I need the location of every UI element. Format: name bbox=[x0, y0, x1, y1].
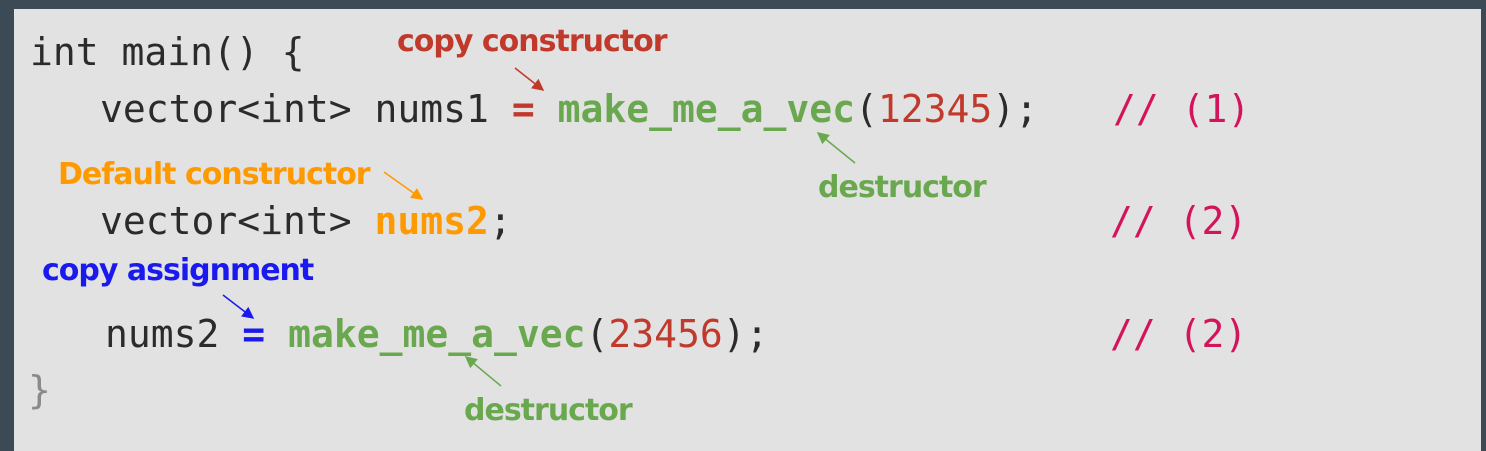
arrow-copy-constructor bbox=[514, 67, 545, 91]
annotation-arrows bbox=[222, 67, 856, 387]
arrow-default-constructor bbox=[383, 171, 424, 200]
arrow-destructor-1 bbox=[816, 132, 856, 164]
slide: int main() { vector<int> nums1 = make_me… bbox=[0, 0, 1486, 451]
arrow-copy-assignment bbox=[222, 294, 255, 319]
arrow-destructor-2 bbox=[464, 356, 502, 387]
